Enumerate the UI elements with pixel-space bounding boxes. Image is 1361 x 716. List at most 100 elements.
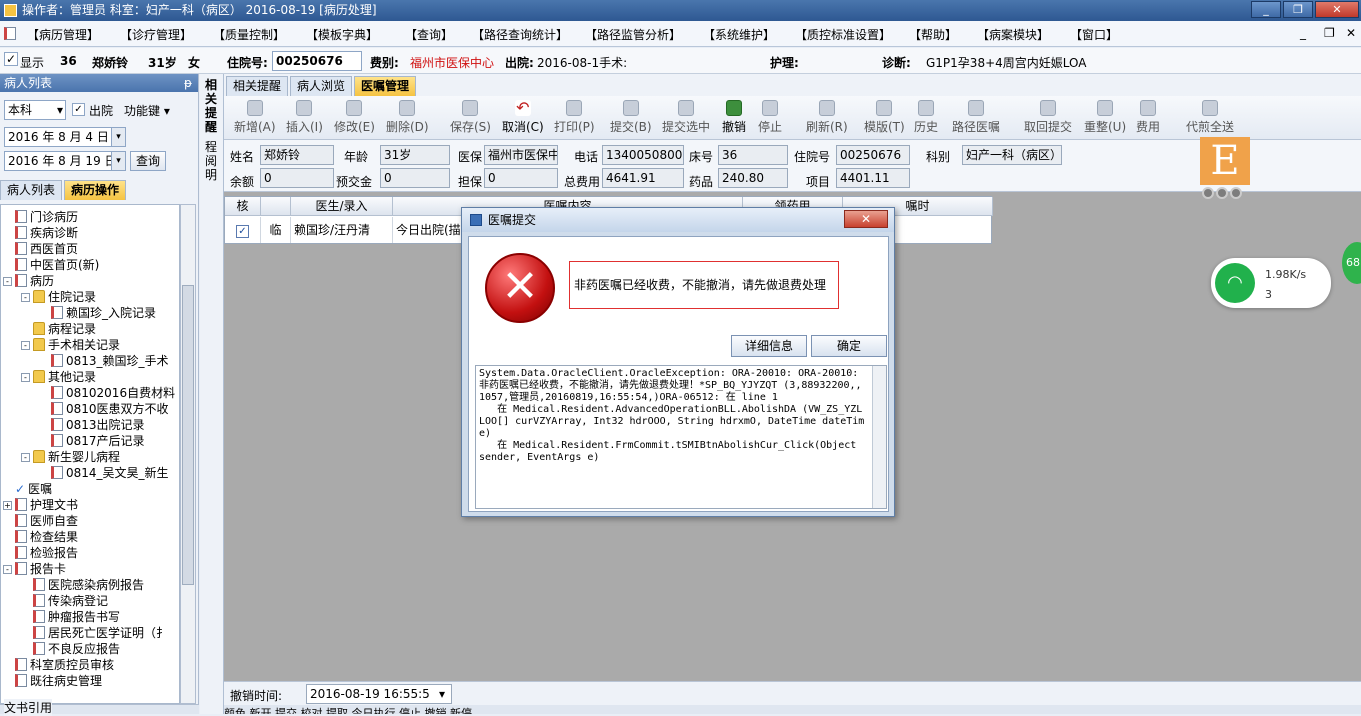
menu-treatment[interactable]: 【诊疗管理】 [120,26,192,43]
tree-item[interactable]: 传染病登记 [21,593,108,609]
tab-reminders[interactable]: 相关提醒 [226,76,289,96]
pin-icon[interactable]: ᵽ [184,74,192,92]
toolbar-button[interactable]: 取回提交 [1024,100,1072,135]
network-widget[interactable]: ◠ 1.98K/s 3 [1211,258,1331,308]
toolbar-button[interactable]: 修改(E) [334,100,375,135]
e-logo[interactable]: E [1200,137,1250,185]
tree-item[interactable]: 中医首页(新) [3,257,99,273]
tree-item[interactable]: 08102016自费材料 [39,385,175,401]
tree-item[interactable]: 0810医患双方不收 [39,401,169,417]
collapse-icon[interactable]: - [3,565,12,574]
tree-item[interactable]: 居民死亡医学证明（扌 [21,625,168,641]
tree-item[interactable]: 医师自查 [3,513,78,529]
toolbar-button[interactable]: 历史 [914,100,938,135]
col-header-check[interactable]: 核 [225,197,261,216]
tree-item[interactable]: 疾病诊断 [3,225,78,241]
collapse-icon[interactable]: - [21,293,30,302]
col-header-type[interactable] [261,197,291,216]
dialog-close-button[interactable]: ✕ [844,210,888,228]
menu-medical-records[interactable]: 【病历管理】 [27,26,99,43]
toolbar-button[interactable]: 打印(P) [554,100,595,135]
toolbar-button[interactable]: 模版(T) [864,100,905,135]
toolbar-button[interactable]: 费用 [1136,100,1160,135]
menu-path-stats[interactable]: 【路径查询统计】 [472,26,568,43]
toolbar-button[interactable]: 刷新(R) [806,100,848,135]
tab-order-management[interactable]: 医嘱管理 [354,76,417,96]
tree-item[interactable]: ✓ 医嘱 [3,481,52,497]
inpatient-no-field[interactable]: 00250676 [272,51,362,71]
tree-item[interactable]: 医院感染病例报告 [21,577,144,593]
form-total-field[interactable]: 4641.91 [602,168,684,188]
toolbar-button[interactable]: ↶ 取消(C) [502,100,544,135]
side-reminder-label[interactable]: 相关提醒 [205,78,219,134]
revoke-time-picker[interactable]: 2016-08-19 16:55:5 ▾ [306,684,452,704]
tree-scrollbar[interactable] [180,204,196,704]
tree-item[interactable]: 肿瘤报告书写 [21,609,120,625]
tree-item[interactable]: - 报告卡 [3,561,66,577]
menu-templates[interactable]: 【模板字典】 [306,26,378,43]
expand-icon[interactable]: + [3,501,12,510]
tree-item[interactable]: 病程记录 [21,321,96,337]
query-button[interactable]: 查询 [130,151,166,171]
tree-item[interactable]: + 护理文书 [3,497,78,513]
show-checkbox[interactable]: ✓ [4,52,18,66]
form-bed-field[interactable]: 36 [718,145,788,165]
collapse-icon[interactable]: - [3,277,12,286]
form-prepay-field[interactable]: 0 [380,168,450,188]
menu-qc-standard[interactable]: 【质控标准设置】 [795,26,891,43]
collapse-icon[interactable]: - [21,373,30,382]
mdi-close-button[interactable]: ✕ [1346,26,1356,40]
tree-item[interactable]: - 手术相关记录 [21,337,120,353]
menu-quality[interactable]: 【质量控制】 [213,26,285,43]
function-key-menu[interactable]: 功能键 ▾ [124,102,170,119]
collapse-icon[interactable]: - [21,341,30,350]
toolbar-button[interactable]: 提交选中 [662,100,710,135]
tree-item[interactable]: 0813_赖国珍_手术 [39,353,169,369]
form-item-field[interactable]: 4401.11 [836,168,910,188]
mdi-minimize-button[interactable]: _ [1300,26,1306,40]
dept-select[interactable]: 本科 ▾ [4,100,66,120]
tree-item[interactable]: - 新生婴儿病程 [21,449,120,465]
toolbar-button[interactable]: 提交(B) [610,100,652,135]
discharged-checkbox[interactable]: ✓ [72,103,85,116]
menu-window[interactable]: 【窗口】 [1070,26,1118,43]
toolbar-button[interactable]: 撤销 [722,100,746,135]
minimize-button[interactable]: _ [1251,1,1281,18]
toolbar-button[interactable]: 删除(D) [386,100,429,135]
ok-button[interactable]: 确定 [811,335,887,357]
form-balance-field[interactable]: 0 [260,168,334,188]
tab-record-ops[interactable]: 病历操作 [64,180,127,200]
form-guarantee-field[interactable]: 0 [484,168,558,188]
tree-item[interactable]: 西医首页 [3,241,78,257]
mdi-restore-button[interactable]: ❐ [1324,26,1335,40]
side-read-label[interactable]: 程阅明 [205,140,219,182]
form-dept-field[interactable]: 妇产一科（病区） [962,145,1062,165]
form-drug-field[interactable]: 240.80 [718,168,788,188]
doc-reference-label[interactable]: 文书引用 [4,699,53,716]
form-name-field[interactable]: 郑娇铃 [260,145,334,165]
tree-item[interactable]: 0817产后记录 [39,433,145,449]
toolbar-button[interactable]: 停止 [758,100,782,135]
toolbar-button[interactable]: 重整(U) [1084,100,1126,135]
tree-item[interactable]: 0814_吴文昊_新生 [39,465,169,481]
toolbar-button[interactable]: 保存(S) [450,100,491,135]
details-scrollbar[interactable] [872,366,886,508]
col-header-doctor[interactable]: 医生/录入 [291,197,393,216]
close-window-button[interactable]: ✕ [1315,1,1359,18]
menu-system[interactable]: 【系统维护】 [703,26,775,43]
form-inpatient-field[interactable]: 00250676 [836,145,910,165]
tree-item[interactable]: - 住院记录 [21,289,96,305]
tree-item[interactable]: 科室质控员审核 [3,657,114,673]
maximize-button[interactable]: ❐ [1283,1,1313,18]
scrollbar-thumb[interactable] [182,285,194,585]
tree-item[interactable]: 检查结果 [3,529,78,545]
menu-help[interactable]: 【帮助】 [909,26,957,43]
menu-case-module[interactable]: 【病案模块】 [977,26,1049,43]
toolbar-button[interactable]: 代煎全送 [1186,100,1234,135]
collapse-icon[interactable]: - [21,453,30,462]
tree-item[interactable]: - 其他记录 [21,369,96,385]
tree-item[interactable]: 0813出院记录 [39,417,145,433]
toolbar-button[interactable]: 插入(I) [286,100,323,135]
error-details-text[interactable]: System.Data.OracleClient.OracleException… [475,365,887,509]
date-to-picker[interactable]: 2016 年 8 月 19 日 ▾ [4,151,126,171]
